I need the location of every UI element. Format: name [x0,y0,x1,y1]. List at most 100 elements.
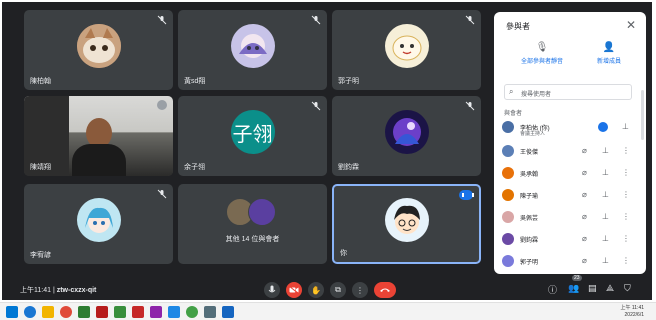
tile-name: 陳柏翰 [30,78,51,85]
app-icon[interactable] [150,306,162,318]
panel-title: 參與者 [506,22,530,31]
start-icon[interactable] [6,306,18,318]
pin-icon[interactable]: ⊥ [602,190,609,199]
close-icon[interactable]: ✕ [626,18,636,32]
mic-off-icon [157,189,167,199]
more-icon[interactable]: ⋮ [622,212,630,221]
avatar [502,189,514,201]
participant-tile[interactable]: 其他 14 位與會者 [178,184,327,264]
control-bar: 上午11:41 | ztw-cxzx-qit ✋ ⧉ ⋮ ⓘ 👥 23 ▤ ⟁ … [2,275,652,300]
people-icon[interactable]: 👥 23 [568,275,582,294]
tile-name: 你 [340,250,347,257]
more-icon[interactable]: ⋮ [622,256,630,265]
avatar [502,167,514,179]
activities-icon[interactable]: ⟁ [606,283,614,294]
pin-icon[interactable]: ⊥ [602,256,609,265]
search-placeholder: 搜尋使用者 [521,92,552,98]
mic-icon [268,285,276,293]
mic-off-icon: ⌀ [582,256,587,265]
mic-off-icon: ⌀ [582,212,587,221]
participant-row[interactable]: 劉鈞霖 ⌀ ⊥ ⋮ [502,230,632,250]
participant-tile[interactable]: 陳柏翰 [24,10,173,90]
mic-off-icon: ⌀ [582,168,587,177]
present-icon: ⧉ [335,285,341,294]
participant-row[interactable]: 李柏佑 (你) 會議主持人 ⊥ [502,118,632,138]
chrome-icon[interactable] [60,306,72,318]
participant-tile[interactable]: 黃sd翔 [178,10,327,90]
photoshop-icon[interactable] [222,306,234,318]
participant-row[interactable]: 吳佩芸 ⌀ ⊥ ⋮ [502,208,632,228]
meeting-time: 上午11:41 [20,287,51,294]
participant-tile-self[interactable]: 你 [332,184,481,264]
avatar [502,145,514,157]
more-options-button[interactable]: ⋮ [352,282,368,298]
add-people-button[interactable]: 👤 新增成員 [584,42,634,65]
more-icon[interactable]: ⋮ [622,234,630,243]
pin-icon[interactable]: ⊥ [602,168,609,177]
pin-icon[interactable]: ⊥ [602,212,609,221]
participant-tile[interactable]: 子翎 余子翎 [178,96,327,176]
tile-name: 郭子明 [338,78,359,85]
mute-all-label: 全部參與者靜音 [520,59,563,65]
raise-hand-icon: ✋ [311,285,321,295]
participant-tile[interactable]: 陳靖翔 [24,96,173,176]
participant-name: 郭子明 [520,260,539,266]
raise-hand-button[interactable]: ✋ [308,282,324,298]
avatar [248,198,276,226]
leave-call-button[interactable] [374,282,396,298]
line-icon[interactable] [186,306,198,318]
people-count-badge: 23 [572,275,582,281]
participant-tile[interactable]: 郭子明 [332,10,481,90]
more-icon[interactable]: ⋮ [622,190,630,199]
scrollbar[interactable] [641,90,644,140]
more-icon[interactable]: ⋮ [622,146,630,155]
meeting-code: ztw-cxzx-qit [56,287,97,294]
app-icon[interactable] [132,306,144,318]
pin-icon[interactable]: ⊥ [622,122,629,131]
avatar [502,233,514,245]
search-icon: ⌕ [509,87,514,96]
pin-icon[interactable]: ⊥ [602,234,609,243]
tile-name: 余子翎 [184,164,205,171]
app-icon[interactable] [204,306,216,318]
participant-tile[interactable]: 劉鈞霖 [332,96,481,176]
app-icon[interactable] [114,306,126,318]
acrobat-icon[interactable] [96,306,108,318]
mic-off-icon: ⌀ [582,190,587,199]
mic-button[interactable] [264,282,280,298]
camera-button[interactable] [286,282,302,298]
avatar [384,24,429,68]
more-icon[interactable]: ⋮ [622,168,630,177]
tile-name: 陳靖翔 [30,164,51,171]
present-button[interactable]: ⧉ [330,282,346,298]
participant-tile[interactable]: 李宥諺 [24,184,173,264]
host-controls-icon[interactable]: ⛉ [624,283,631,294]
avatar [502,211,514,223]
participant-row[interactable]: 王俊傑 ⌀ ⊥ ⋮ [502,142,632,162]
file-explorer-icon[interactable] [42,306,54,318]
participant-name: 吳承翰 [520,172,539,178]
participant-name: 陳子瑜 [520,194,539,200]
search-input[interactable]: ⌕ 搜尋使用者 [504,84,632,100]
tile-name: 黃sd翔 [184,78,206,85]
app-icon[interactable] [168,306,180,318]
mic-off-icon [157,15,167,25]
excel-icon[interactable] [78,306,90,318]
group-avatars [226,198,282,226]
tile-name: 李宥諺 [30,252,51,259]
participant-row[interactable]: 陳子瑜 ⌀ ⊥ ⋮ [502,186,632,206]
chat-icon[interactable]: ▤ [588,283,597,294]
pin-icon[interactable] [157,100,167,110]
participant-row[interactable]: 吳承翰 ⌀ ⊥ ⋮ [502,164,632,184]
avatar [76,24,121,68]
edge-icon[interactable] [24,306,36,318]
participant-name: 王俊傑 [520,150,539,156]
speaking-indicator-icon [598,122,608,132]
pin-icon[interactable]: ⊥ [602,146,609,155]
avatar [230,24,275,68]
meeting-window: 陳柏翰 黃sd翔 郭子明 陳靖翔 子翎 余子翎 劉鈞霖 李宥諺 其他 14 位與… [2,2,652,300]
mute-all-button[interactable]: 🎙 全部參與者靜音 [512,42,572,65]
participant-row[interactable]: 郭子明 ⌀ ⊥ ⋮ [502,252,632,272]
participant-name: 吳佩芸 [520,216,539,222]
info-icon[interactable]: ⓘ [548,283,557,296]
